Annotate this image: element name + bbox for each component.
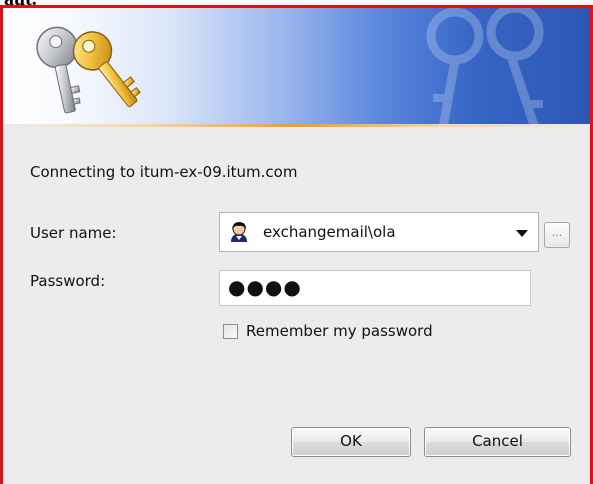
banner-divider	[3, 124, 590, 127]
password-field[interactable]: ●●●●	[219, 270, 531, 306]
cancel-button[interactable]: Cancel	[424, 427, 571, 457]
remember-password-checkbox[interactable]	[223, 324, 238, 339]
user-name-combobox[interactable]: exchangemail\ola	[219, 212, 539, 252]
user-avatar-icon	[228, 221, 250, 243]
browse-users-button[interactable]: ...	[544, 222, 570, 248]
chevron-down-icon[interactable]	[516, 230, 528, 237]
connecting-text: Connecting to itum-ex-09.itum.com	[30, 163, 298, 181]
user-name-value: exchangemail\ola	[263, 223, 396, 241]
page: aut.	[0, 0, 593, 484]
password-label: Password:	[30, 272, 106, 290]
keys-icon	[36, 26, 141, 114]
banner-watermark	[426, 8, 544, 124]
dialog-banner	[3, 8, 590, 124]
user-name-label: User name:	[30, 224, 117, 242]
remember-password-label[interactable]: Remember my password	[246, 322, 433, 340]
credentials-dialog: Connecting to itum-ex-09.itum.com User n…	[3, 8, 590, 484]
password-value: ●●●●	[228, 275, 302, 299]
ok-button[interactable]: OK	[291, 427, 411, 457]
